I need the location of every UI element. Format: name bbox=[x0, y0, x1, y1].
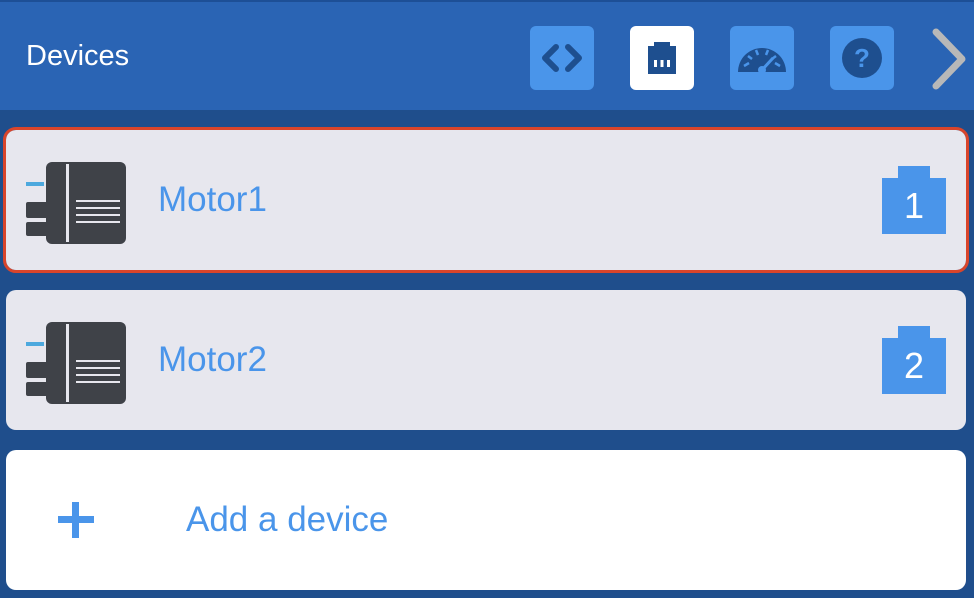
device-name: Motor1 bbox=[158, 180, 267, 219]
code-icon bbox=[542, 44, 582, 72]
motor-icon bbox=[26, 162, 126, 244]
dashboard-gauge-icon bbox=[738, 48, 786, 74]
device-row-motor1[interactable]: Motor1 1 bbox=[3, 127, 969, 273]
svg-text:?: ? bbox=[854, 43, 870, 73]
dashboard-button[interactable] bbox=[730, 26, 794, 90]
devices-button[interactable] bbox=[630, 26, 694, 90]
port-badge: 1 bbox=[882, 164, 946, 234]
page-title: Devices bbox=[26, 40, 130, 72]
plus-icon bbox=[58, 502, 94, 538]
device-row-motor2[interactable]: Motor2 2 bbox=[6, 290, 966, 430]
port-number: 2 bbox=[903, 345, 925, 386]
help-icon: ? bbox=[842, 38, 882, 78]
add-device-label: Add a device bbox=[186, 500, 389, 539]
port-badge: 2 bbox=[882, 324, 946, 394]
ethernet-port-icon bbox=[648, 42, 676, 74]
help-button[interactable]: ? bbox=[830, 26, 894, 90]
port-number: 1 bbox=[903, 185, 925, 226]
chevron-right-icon[interactable] bbox=[926, 24, 974, 94]
add-device-button[interactable]: Add a device bbox=[6, 450, 966, 590]
header-bar: Devices ? bbox=[0, 0, 974, 110]
device-name: Motor2 bbox=[158, 340, 267, 379]
motor-icon bbox=[26, 322, 126, 404]
code-view-button[interactable] bbox=[530, 26, 594, 90]
